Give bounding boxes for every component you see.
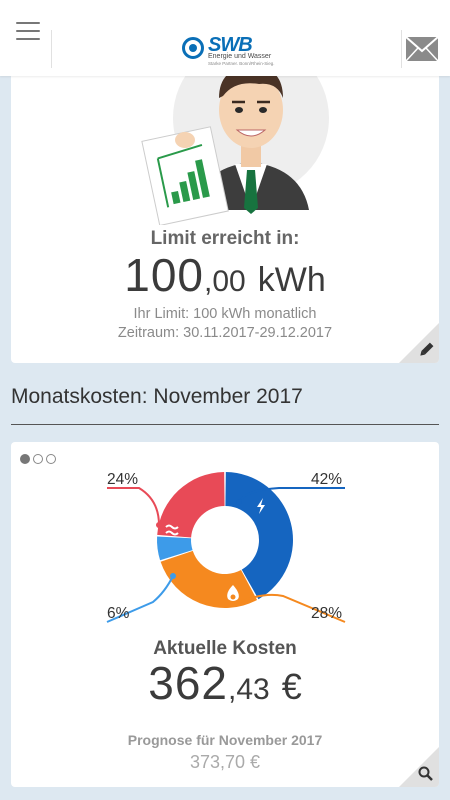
pencil-icon: [399, 323, 439, 363]
edit-limit-button[interactable]: [399, 323, 439, 363]
section-underline: [11, 424, 439, 425]
limit-value-integer: 100: [124, 249, 205, 301]
limit-period: Zeitraum: 30.11.2017-29.12.2017: [117, 325, 333, 341]
costs-value-integer: 362: [148, 657, 228, 709]
hamburger-icon-bar: [16, 38, 40, 40]
donut-slice-gas: [160, 550, 258, 608]
percent-label-wärme: 24%: [107, 471, 138, 488]
percent-label-gas: 28%: [311, 605, 342, 622]
costs-card: 42% 28% 6% 24% Aktuelle Kosten 362,43 € Prog…: [11, 442, 439, 787]
leader-dot: [236, 499, 242, 505]
limit-value: 100,00 kWh: [11, 248, 439, 302]
current-costs-value: 362,43 €: [11, 656, 439, 710]
limit-value-unit: kWh: [257, 261, 326, 299]
costs-value-decimal: ,43: [228, 673, 270, 706]
magnifier-icon: [399, 747, 439, 787]
percent-label-strom: 42%: [311, 471, 342, 488]
cost-donut-chart: 42% 28% 6% 24%: [106, 471, 346, 623]
menu-button[interactable]: [0, 22, 52, 74]
limit-title: Limit erreicht in:: [150, 228, 300, 249]
leader-dot: [156, 522, 162, 528]
hamburger-icon-bar: [16, 30, 40, 32]
messages-button[interactable]: [405, 36, 439, 62]
limit-value-decimal: ,00: [204, 265, 246, 298]
swb-logo: SWB Energie und Wasser Starke Partner. B…: [180, 34, 280, 68]
limit-info: Ihr Limit: 100 kWh monatlich: [133, 306, 317, 322]
header-divider: [51, 30, 52, 68]
logo-tagline: Energie und Wasser: [208, 53, 272, 60]
swb-logo-mark: [182, 37, 204, 59]
percent-label-wasser: 6%: [107, 605, 130, 622]
section-title: Monatskosten: November 2017: [11, 385, 303, 408]
hamburger-icon: [16, 22, 40, 24]
forecast-label: Prognose für November 2017: [127, 732, 323, 748]
donut-slice-wärme: [157, 472, 225, 538]
forecast-value: 373,70 €: [189, 752, 261, 772]
envelope-icon: [405, 36, 439, 62]
costs-value-unit: €: [281, 666, 302, 707]
top-bar: SWB Energie und Wasser Starke Partner. B…: [0, 0, 450, 76]
details-button[interactable]: [399, 747, 439, 787]
logo-subtagline: Starke Partner. Bonn/Rhein-Sieg.: [208, 61, 275, 66]
leader-dot: [234, 600, 240, 606]
header-divider: [401, 30, 402, 68]
leader-dot: [170, 573, 176, 579]
limit-card: Limit erreicht in: 100,00 kWh Ihr Limit: …: [11, 40, 439, 363]
leader-line: [107, 487, 160, 526]
